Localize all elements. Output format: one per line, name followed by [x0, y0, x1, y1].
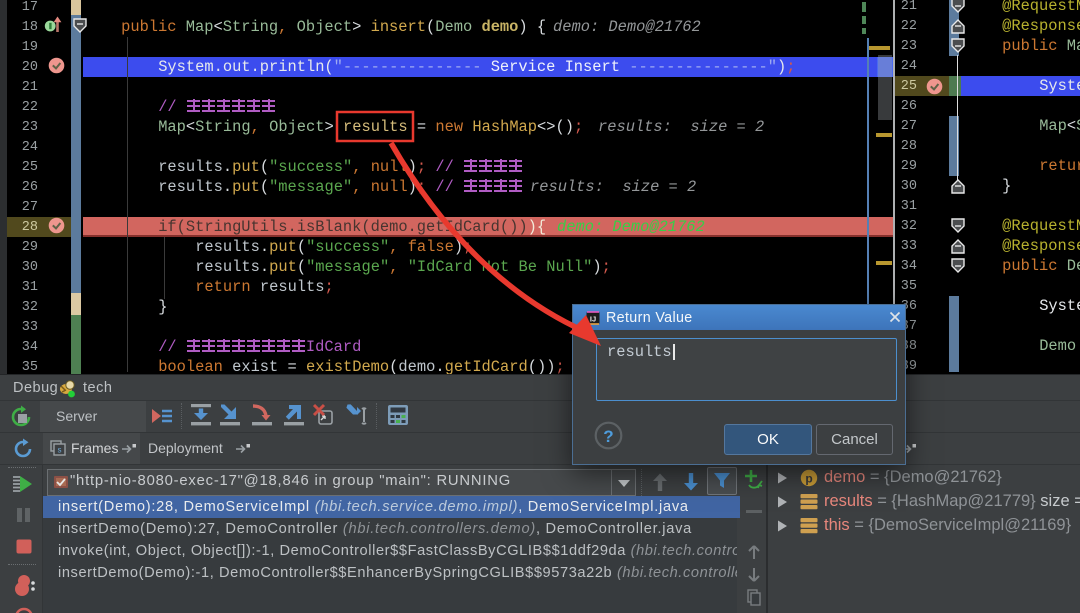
- svg-text:?: ?: [603, 427, 613, 446]
- svg-text:IJ: IJ: [590, 315, 596, 324]
- svg-text:s: s: [57, 447, 62, 456]
- svg-text:p: p: [805, 472, 812, 486]
